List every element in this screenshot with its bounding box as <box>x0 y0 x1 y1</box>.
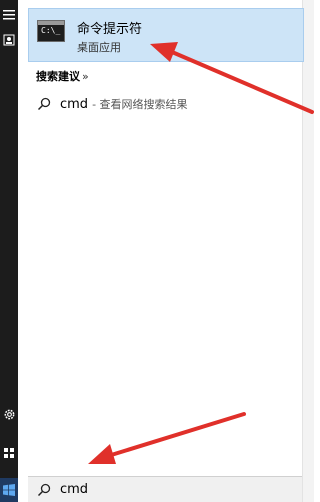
search-icon <box>36 96 52 112</box>
user-icon[interactable] <box>2 33 16 47</box>
hamburger-icon[interactable] <box>2 8 16 22</box>
arrow-to-search-input <box>88 412 246 464</box>
settings-icon[interactable] <box>2 407 16 421</box>
power-icon[interactable] <box>2 446 16 460</box>
desktop-edge <box>302 0 314 502</box>
start-menu-search-screen: C:\_ 命令提示符 桌面应用 搜索建议» cmd - 查看网络搜索结果 <box>0 0 314 502</box>
best-match-title: 命令提示符 <box>77 22 143 37</box>
suggestion-description: - 查看网络搜索结果 <box>92 98 188 111</box>
command-prompt-icon: C:\_ <box>37 20 65 42</box>
search-suggestions-heading[interactable]: 搜索建议» <box>36 68 89 84</box>
best-match-subtitle: 桌面应用 <box>77 41 121 54</box>
search-input[interactable] <box>60 482 260 497</box>
chevron-right-icon: » <box>82 70 89 83</box>
search-box[interactable] <box>28 476 302 502</box>
search-icon <box>36 482 52 498</box>
start-menu-rail <box>0 0 18 502</box>
best-match-result[interactable]: C:\_ 命令提示符 桌面应用 <box>28 8 304 62</box>
windows-logo-icon <box>3 484 15 496</box>
search-suggestions-label: 搜索建议 <box>36 70 80 83</box>
suggestion-term: cmd <box>60 96 89 112</box>
start-button[interactable] <box>0 478 18 502</box>
suggestion-item[interactable]: cmd - 查看网络搜索结果 <box>32 92 292 116</box>
